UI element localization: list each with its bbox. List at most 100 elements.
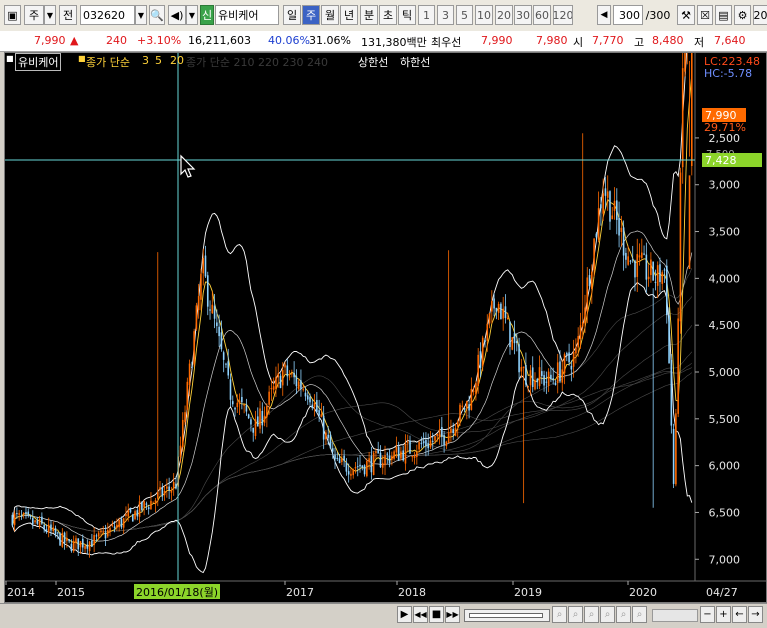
scroll-left-button[interactable]: ← bbox=[732, 606, 747, 623]
draw-tool-icon[interactable]: ⚒ bbox=[677, 5, 695, 25]
candle-body bbox=[511, 337, 514, 350]
scroll-right-button[interactable]: → bbox=[748, 606, 763, 623]
count-input[interactable]: 300 bbox=[613, 5, 643, 25]
period-tab[interactable]: 초 bbox=[379, 5, 397, 25]
count-prev-icon[interactable]: ◀ bbox=[597, 5, 611, 25]
price-chart[interactable]: 7,000 6,500 6,000 5,500 5,000 4,500 4,000 3,500… bbox=[5, 53, 766, 602]
range-slider[interactable] bbox=[652, 609, 698, 622]
candle-body bbox=[616, 200, 618, 220]
period-tab[interactable]: 틱 bbox=[398, 5, 416, 25]
candle-body bbox=[134, 511, 136, 520]
save-icon[interactable]: ▤ bbox=[715, 5, 732, 25]
candle-body bbox=[650, 259, 652, 276]
candle-body bbox=[397, 447, 400, 461]
candle-body bbox=[320, 414, 323, 417]
candle-body bbox=[625, 252, 627, 260]
period-tab[interactable]: 주 bbox=[302, 5, 320, 25]
time-tick-label: 2020 bbox=[629, 586, 657, 599]
zoom-icon-5[interactable]: ⌕ bbox=[616, 606, 631, 623]
zoom-icon-6[interactable]: ⌕ bbox=[632, 606, 647, 623]
scroll-track[interactable] bbox=[464, 609, 550, 622]
candle-body bbox=[300, 380, 302, 389]
zoom-icon-1[interactable]: ⌕ bbox=[552, 606, 567, 623]
candle-body bbox=[159, 487, 161, 491]
stock-code-input[interactable]: 032620 bbox=[80, 5, 135, 25]
checkbox-icon[interactable]: ☒ bbox=[697, 5, 713, 25]
code-dropdown-icon[interactable]: ▼ bbox=[135, 5, 147, 25]
interval-button[interactable]: 1 bbox=[418, 5, 435, 25]
candle-body bbox=[538, 367, 541, 387]
candle-body bbox=[52, 527, 55, 532]
price-tick-label: 5,500 bbox=[709, 413, 741, 426]
prev-button[interactable]: 전 bbox=[59, 5, 77, 25]
candle-body bbox=[34, 520, 36, 523]
candle-body bbox=[584, 307, 586, 324]
speaker-icon[interactable]: ◀) bbox=[168, 5, 186, 25]
zoom-in-button[interactable]: + bbox=[716, 606, 731, 623]
settings-icon[interactable]: ⚙ bbox=[734, 5, 751, 25]
chart-panel[interactable]: 7,000 6,500 6,000 5,500 5,000 4,500 4,000 3,500… bbox=[4, 52, 767, 603]
candle-body bbox=[118, 520, 120, 528]
rewind-button[interactable]: ◀◀ bbox=[413, 606, 428, 623]
candle-body bbox=[186, 381, 189, 410]
candle-body bbox=[293, 372, 295, 378]
market-dropdown-icon[interactable]: ▼ bbox=[44, 5, 56, 25]
candle-body bbox=[36, 520, 39, 524]
candle-body bbox=[391, 456, 393, 460]
candle-body bbox=[129, 507, 132, 513]
candle-body bbox=[431, 440, 434, 442]
stop-button[interactable]: ■ bbox=[429, 606, 444, 623]
candle-body bbox=[606, 191, 609, 198]
candle-body bbox=[263, 415, 266, 423]
zoom-icon-3[interactable]: ⌕ bbox=[584, 606, 599, 623]
candle-body bbox=[61, 533, 64, 547]
zoom-icon-2[interactable]: ⌕ bbox=[568, 606, 583, 623]
candle-body bbox=[418, 442, 420, 450]
market-select[interactable]: 주 bbox=[24, 5, 44, 25]
search-icon[interactable]: 🔍 bbox=[149, 5, 165, 25]
zoom-out-button[interactable]: − bbox=[700, 606, 715, 623]
speaker-dropdown-icon[interactable]: ▼ bbox=[186, 5, 198, 25]
legend-stock-name[interactable]: 유비케어 bbox=[15, 53, 62, 71]
legend-lower-band: 하한선 bbox=[400, 56, 431, 69]
candle-body bbox=[331, 448, 334, 452]
candle-body bbox=[518, 344, 520, 373]
candle-body bbox=[600, 204, 602, 209]
high-price: 8,480 bbox=[652, 34, 684, 47]
candle-body bbox=[104, 532, 107, 539]
candle-body bbox=[50, 524, 52, 531]
scroll-thumb[interactable] bbox=[469, 613, 543, 618]
volume: 16,211,603 bbox=[188, 34, 251, 47]
period-tab[interactable]: 월 bbox=[321, 5, 339, 25]
interval-button[interactable]: 5 bbox=[456, 5, 473, 25]
interval-button[interactable]: 20 bbox=[495, 5, 513, 25]
chart-type-icon[interactable]: ▣ bbox=[4, 5, 21, 25]
candle-body bbox=[561, 369, 564, 383]
interval-button[interactable]: 10 bbox=[475, 5, 493, 25]
interval-button[interactable]: 30 bbox=[514, 5, 532, 25]
candle-body bbox=[354, 466, 357, 469]
interval-button[interactable]: 3 bbox=[437, 5, 454, 25]
candle-body bbox=[195, 305, 198, 330]
fast-forward-button[interactable]: ▶▶ bbox=[445, 606, 460, 623]
candle-body bbox=[379, 452, 382, 468]
zoom-icon-4[interactable]: ⌕ bbox=[600, 606, 615, 623]
long-ma-line bbox=[12, 367, 692, 532]
candle-body bbox=[493, 298, 495, 309]
candle-body bbox=[347, 471, 350, 475]
period-tab[interactable]: 분 bbox=[360, 5, 378, 25]
period-tab[interactable]: 일 bbox=[283, 5, 301, 25]
period-tab[interactable]: 년 bbox=[340, 5, 358, 25]
interval-button[interactable]: 120 bbox=[553, 5, 573, 25]
play-button[interactable]: ▶ bbox=[397, 606, 412, 623]
interval-button[interactable]: 60 bbox=[533, 5, 551, 25]
candle-body bbox=[59, 533, 61, 546]
candle-body bbox=[150, 500, 152, 510]
upper-band-line bbox=[11, 53, 687, 530]
candle-body bbox=[172, 481, 175, 489]
candle-body bbox=[109, 528, 111, 532]
toolbar: ▣ 주 ▼ 전 032620 ▼ 🔍 ◀) ▼ 신 유비케어 일주월년분초틱 1… bbox=[0, 0, 767, 32]
candle-body bbox=[20, 515, 23, 517]
candle-body bbox=[222, 352, 225, 360]
candle-body bbox=[184, 412, 186, 423]
